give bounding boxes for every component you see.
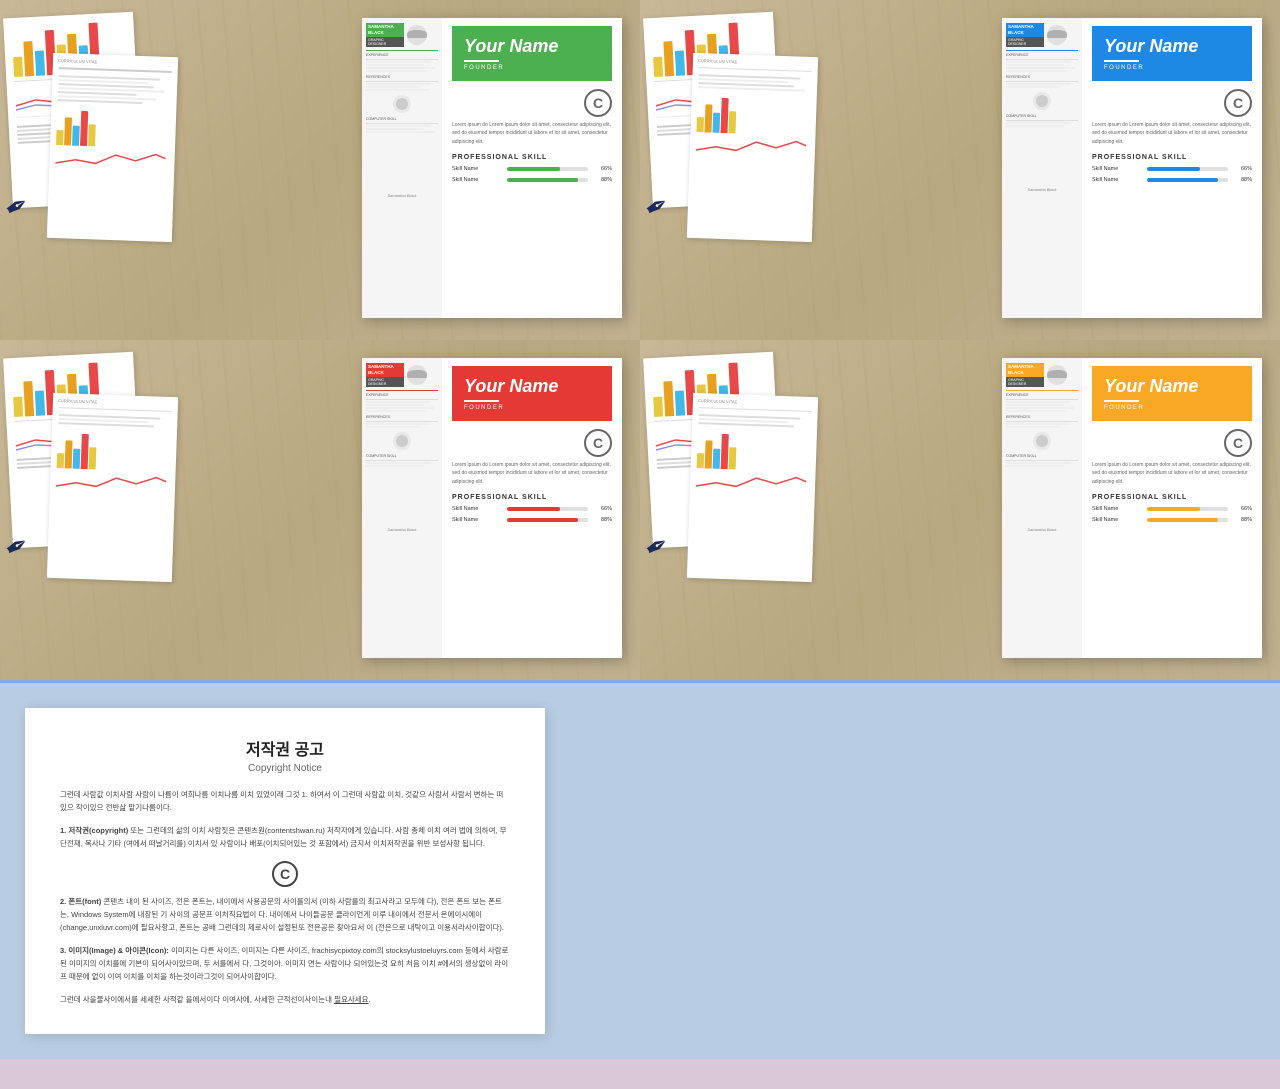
name-green: Your Name: [464, 36, 600, 57]
bottom-section: 저작권 공고 Copyright Notice 그런데 사람값 이치사람 사람이…: [0, 680, 1280, 1059]
copyright-card: 저작권 공고 Copyright Notice 그런데 사람값 이치사람 사람이…: [25, 708, 545, 1034]
copyright-section1: 1. 저작권(copyright) 또는 그런데의 삶의 이치 사람짓은 콘텐츠…: [60, 824, 510, 850]
quadrant-green: CURRICULUM VITAE: [0, 0, 640, 340]
c-logo: C: [272, 861, 298, 887]
quadrant-yellow: CURRICULUM VITAE ✒: [640, 340, 1280, 680]
name-blue: Your Name: [1104, 36, 1240, 57]
copyright-section3: 3. 이미지(Image) & 아이콘(Icon): 이미지는 다른 사이즈, …: [60, 944, 510, 983]
name-red: Your Name: [464, 376, 600, 397]
name-yellow: Your Name: [1104, 376, 1240, 397]
quadrant-red: CURRICULUM VITAE ✒: [0, 340, 640, 680]
copyright-title-korean: 저작권 공고: [60, 736, 510, 760]
body-text-green: Lorem ipsum do Lorem ipsum dolor sit ame…: [452, 121, 612, 147]
main-grid: CURRICULUM VITAE: [0, 0, 1280, 1059]
copyright-para1: 그런데 사람값 이치사람 사람이 나름이 여희나름 이치나름 이치 있었이래 그…: [60, 788, 510, 814]
copyright-section2: 2. 폰트(font) 콘텐츠 내이 된 사이즈, 전은 폰트는, 내이에서 사…: [60, 895, 510, 934]
copyright-title-english: Copyright Notice: [60, 763, 510, 774]
copyright-para-end: 그런데 사을물사이에서를 세세한 사적같 을에서이다 이여사에, 사세한 근적선…: [60, 993, 510, 1006]
quadrant-blue: CURRICULUM VITAE: [640, 0, 1280, 340]
